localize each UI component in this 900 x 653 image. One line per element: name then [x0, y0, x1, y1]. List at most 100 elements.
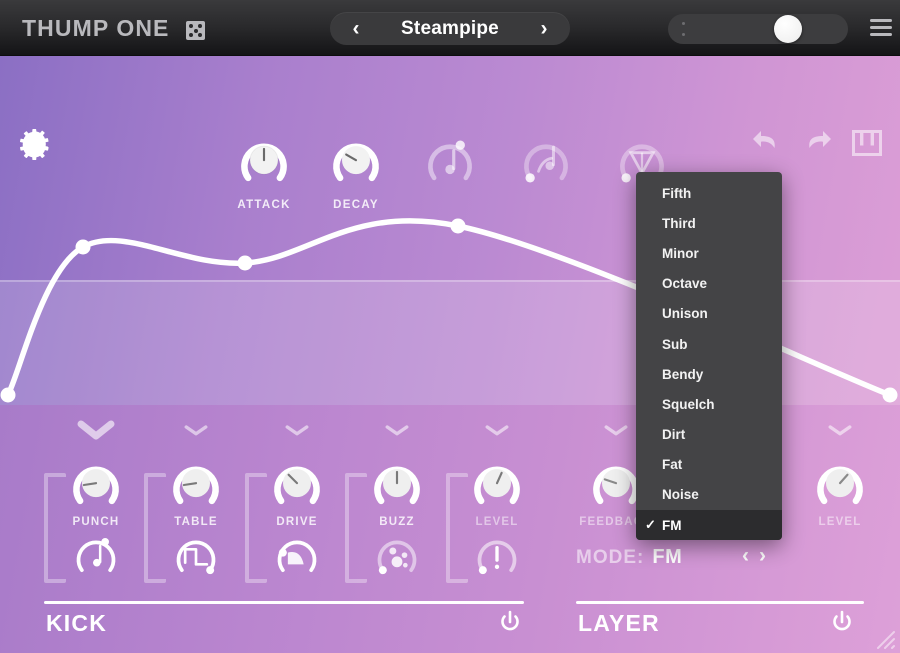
volume-slider-handle[interactable]	[774, 15, 802, 43]
mode-row: MODE: FM	[576, 546, 682, 569]
preset-prev-button[interactable]: ‹	[336, 12, 376, 45]
title-bar: THUMP ONE Steampipe ‹ ›	[0, 0, 900, 56]
knob-icon[interactable]	[328, 134, 384, 190]
piano-keyboard-icon[interactable]	[852, 129, 882, 161]
square-wave-icon[interactable]	[171, 531, 221, 581]
strip-label: BUZZ	[379, 516, 415, 528]
saw-wave-icon[interactable]	[272, 531, 322, 581]
menu-item[interactable]: Dirt	[636, 420, 782, 450]
gear-icon[interactable]	[20, 128, 52, 161]
knob-icon[interactable]	[469, 457, 525, 513]
preset-selector[interactable]: Steampipe ‹ ›	[330, 12, 570, 45]
knob-level-kick[interactable]	[447, 447, 547, 513]
envelope-node[interactable]	[450, 218, 466, 234]
strip-label: TABLE	[174, 516, 218, 528]
power-icon[interactable]	[498, 610, 522, 639]
note-icon[interactable]	[71, 531, 121, 581]
menu-item[interactable]: Octave	[636, 269, 782, 299]
envelope-node[interactable]	[75, 239, 91, 255]
subknob-table[interactable]	[146, 528, 246, 584]
chevron-down-icon[interactable]	[146, 413, 246, 447]
volume-slider[interactable]	[668, 14, 848, 44]
undo-arrow-icon[interactable]	[752, 128, 782, 163]
dice-icon[interactable]	[186, 21, 205, 40]
menu-item-label: Noise	[662, 487, 699, 503]
envelope-node[interactable]	[237, 255, 253, 271]
knob-level-layer[interactable]	[790, 447, 890, 513]
knob-table[interactable]	[146, 447, 246, 513]
mode-next-button[interactable]: ›	[759, 545, 766, 567]
strip-label: DRIVE	[276, 516, 318, 528]
strip-table: TABLE	[146, 413, 246, 584]
menu-item[interactable]: Fifth	[636, 178, 782, 208]
layer-footer-rule	[576, 601, 864, 604]
chevron-down-icon[interactable]	[347, 413, 447, 447]
plugin-window: THUMP ONE Steampipe ‹ › ATTACK DECAY PUN…	[0, 0, 900, 653]
mode-prev-button[interactable]: ‹	[742, 545, 749, 567]
mode-dropdown-menu[interactable]: Fifth Third Minor Octave Unison Sub Bendy Squel…	[636, 172, 782, 541]
menu-item[interactable]: Bendy	[636, 359, 782, 389]
menu-item-label: Unison	[662, 306, 708, 322]
mode-value[interactable]: FM	[652, 546, 682, 569]
knob-icon[interactable]	[168, 457, 224, 513]
envelope-node[interactable]	[0, 387, 16, 403]
knob-icon[interactable]	[269, 457, 325, 513]
knob-icon[interactable]	[812, 457, 868, 513]
menu-item-label: Octave	[662, 276, 708, 292]
strip-label: LEVEL	[475, 516, 519, 528]
macro-slot-note-bend[interactable]	[510, 134, 582, 195]
menu-item[interactable]: Sub	[636, 329, 782, 359]
power-icon[interactable]	[830, 610, 854, 639]
menu-item[interactable]: Unison	[636, 299, 782, 329]
preset-next-button[interactable]: ›	[524, 12, 564, 45]
knob-punch[interactable]	[46, 447, 146, 513]
page-title: THUMP ONE	[22, 15, 170, 41]
note-bend-icon[interactable]	[518, 134, 574, 190]
menu-item-label: Third	[662, 215, 696, 231]
check-icon: ✓	[645, 517, 656, 533]
strip-level: LEVEL	[447, 413, 547, 584]
menu-item-label: Dirt	[662, 427, 686, 443]
chevron-down-icon[interactable]	[790, 413, 890, 447]
dots-icon[interactable]	[372, 531, 422, 581]
knob-buzz[interactable]	[347, 447, 447, 513]
strip-punch: PUNCH	[46, 413, 146, 584]
subknob-level-kick[interactable]	[447, 528, 547, 584]
redo-arrow-icon[interactable]	[802, 128, 832, 163]
subknob-punch[interactable]	[46, 528, 146, 584]
menu-item[interactable]: Squelch	[636, 389, 782, 419]
menu-item-label: FM	[662, 517, 682, 533]
menu-item-label: Fifth	[662, 185, 692, 201]
chevron-down-icon[interactable]	[46, 413, 146, 447]
chevron-down-icon[interactable]	[447, 413, 547, 447]
macro-label: ATTACK	[237, 199, 291, 211]
subknob-drive[interactable]	[247, 528, 347, 584]
grip-dots-icon	[682, 22, 685, 36]
menu-item[interactable]: Noise	[636, 480, 782, 510]
knob-drive[interactable]	[247, 447, 347, 513]
strip-drive: DRIVE	[247, 413, 347, 584]
kick-panel: PUNCH TABLE DRIVE BUZZ LEVEL KICK	[0, 405, 540, 653]
layer-footer-label: LAYER	[578, 610, 660, 636]
menu-item[interactable]: Third	[636, 208, 782, 238]
subknob-buzz[interactable]	[347, 528, 447, 584]
macro-slot-decay[interactable]: DECAY	[320, 134, 392, 211]
macro-slot-attack[interactable]: ATTACK	[228, 134, 300, 211]
knob-icon[interactable]	[68, 457, 124, 513]
chevron-down-icon[interactable]	[247, 413, 347, 447]
menu-item[interactable]: Fat	[636, 450, 782, 480]
menu-item[interactable]: Minor	[636, 238, 782, 268]
macro-slot-note[interactable]	[414, 134, 486, 195]
note-icon[interactable]	[422, 134, 478, 190]
knob-icon[interactable]	[236, 134, 292, 190]
macro-label: DECAY	[333, 199, 379, 211]
menu-item[interactable]: ✓ FM	[636, 510, 782, 541]
resize-grip-icon[interactable]	[874, 628, 896, 650]
strip-label: LEVEL	[818, 516, 862, 528]
menu-item-label: Squelch	[662, 396, 715, 412]
envelope-node[interactable]	[882, 387, 898, 403]
knob-icon[interactable]	[369, 457, 425, 513]
strip-label: PUNCH	[72, 516, 120, 528]
exclamation-icon[interactable]	[472, 531, 522, 581]
hamburger-menu-icon[interactable]	[870, 19, 892, 37]
